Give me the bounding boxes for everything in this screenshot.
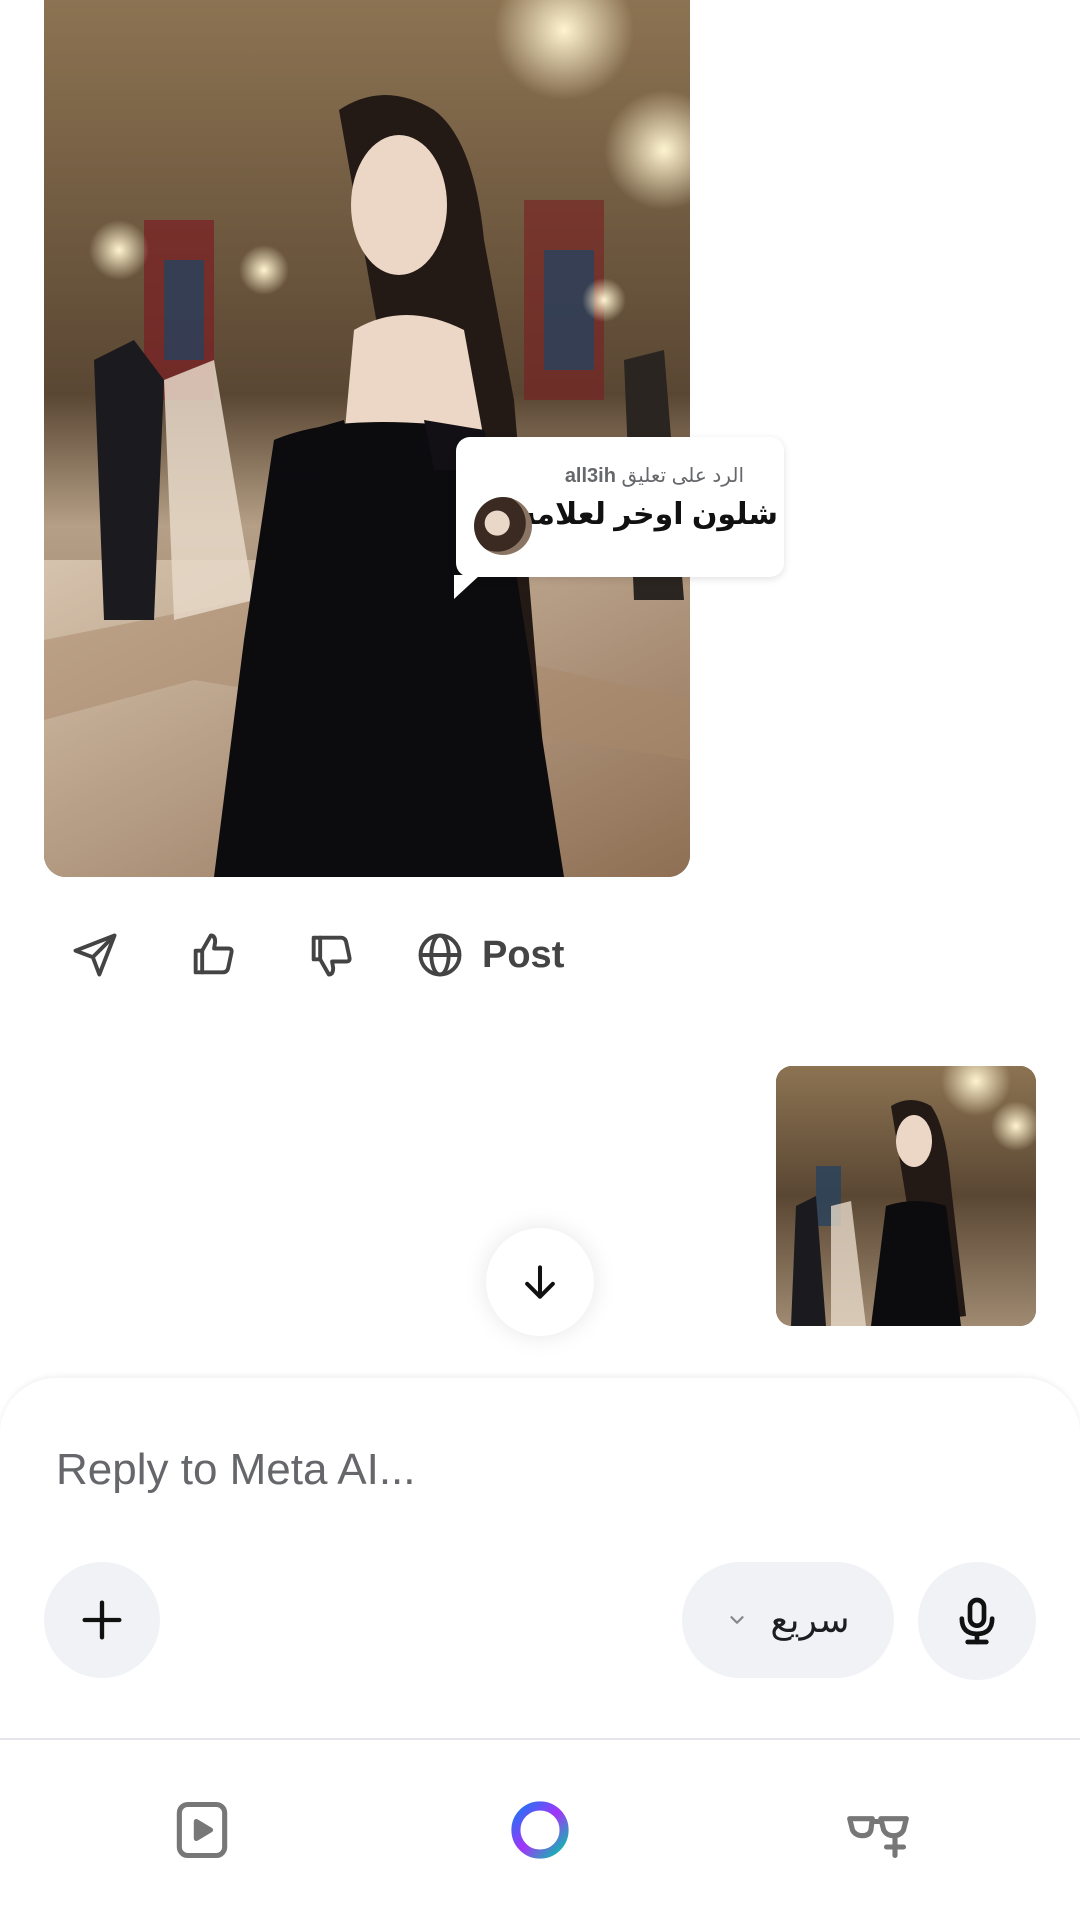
chevron-down-icon: [730, 1616, 745, 1624]
share-button[interactable]: [60, 920, 130, 990]
nav-glasses[interactable]: [828, 1780, 928, 1880]
voice-input-button[interactable]: [918, 1562, 1036, 1680]
user-uploaded-image[interactable]: [776, 1066, 1036, 1326]
reply-input[interactable]: [56, 1440, 1016, 1500]
arrow-down-icon: [525, 1265, 555, 1299]
comment-reply-prefix: الرد على تعليق: [621, 465, 744, 487]
globe-icon: [418, 933, 462, 977]
commenter-avatar: [474, 497, 532, 555]
microphone-icon: [959, 1597, 995, 1645]
nav-reels[interactable]: [152, 1780, 252, 1880]
add-attachment-button[interactable]: [44, 1562, 160, 1678]
nav-meta-ai[interactable]: [490, 1780, 590, 1880]
meta-ai-icon: [511, 1801, 569, 1859]
response-actions: Post: [60, 920, 680, 990]
ballroom-thumbnail: [776, 1066, 1036, 1326]
reply-comment-card[interactable]: الرد على تعليق all3ih شلون اوخر لعلامه: [454, 437, 784, 599]
thumbs-up-icon: [193, 933, 234, 975]
like-button[interactable]: [178, 920, 248, 990]
post-label: Post: [482, 933, 565, 976]
bottom-navigation: [0, 1738, 1080, 1922]
dislike-button[interactable]: [296, 920, 366, 990]
reels-icon: [176, 1801, 228, 1859]
comment-text: شلون اوخر لعلامه: [518, 498, 778, 531]
message-composer: سريع: [0, 1378, 1080, 1738]
scroll-to-bottom-button[interactable]: [486, 1228, 594, 1336]
send-icon: [73, 933, 117, 977]
response-mode-selector[interactable]: سريع: [682, 1562, 894, 1678]
thumbs-down-icon: [311, 935, 352, 977]
post-button[interactable]: Post: [414, 920, 564, 990]
plus-icon: [82, 1600, 122, 1640]
comment-username: all3ih: [564, 465, 616, 487]
comment-reply-header: الرد على تعليق all3ih: [565, 463, 744, 488]
response-mode-label: سريع: [770, 1599, 850, 1640]
glasses-icon: [847, 1816, 909, 1859]
